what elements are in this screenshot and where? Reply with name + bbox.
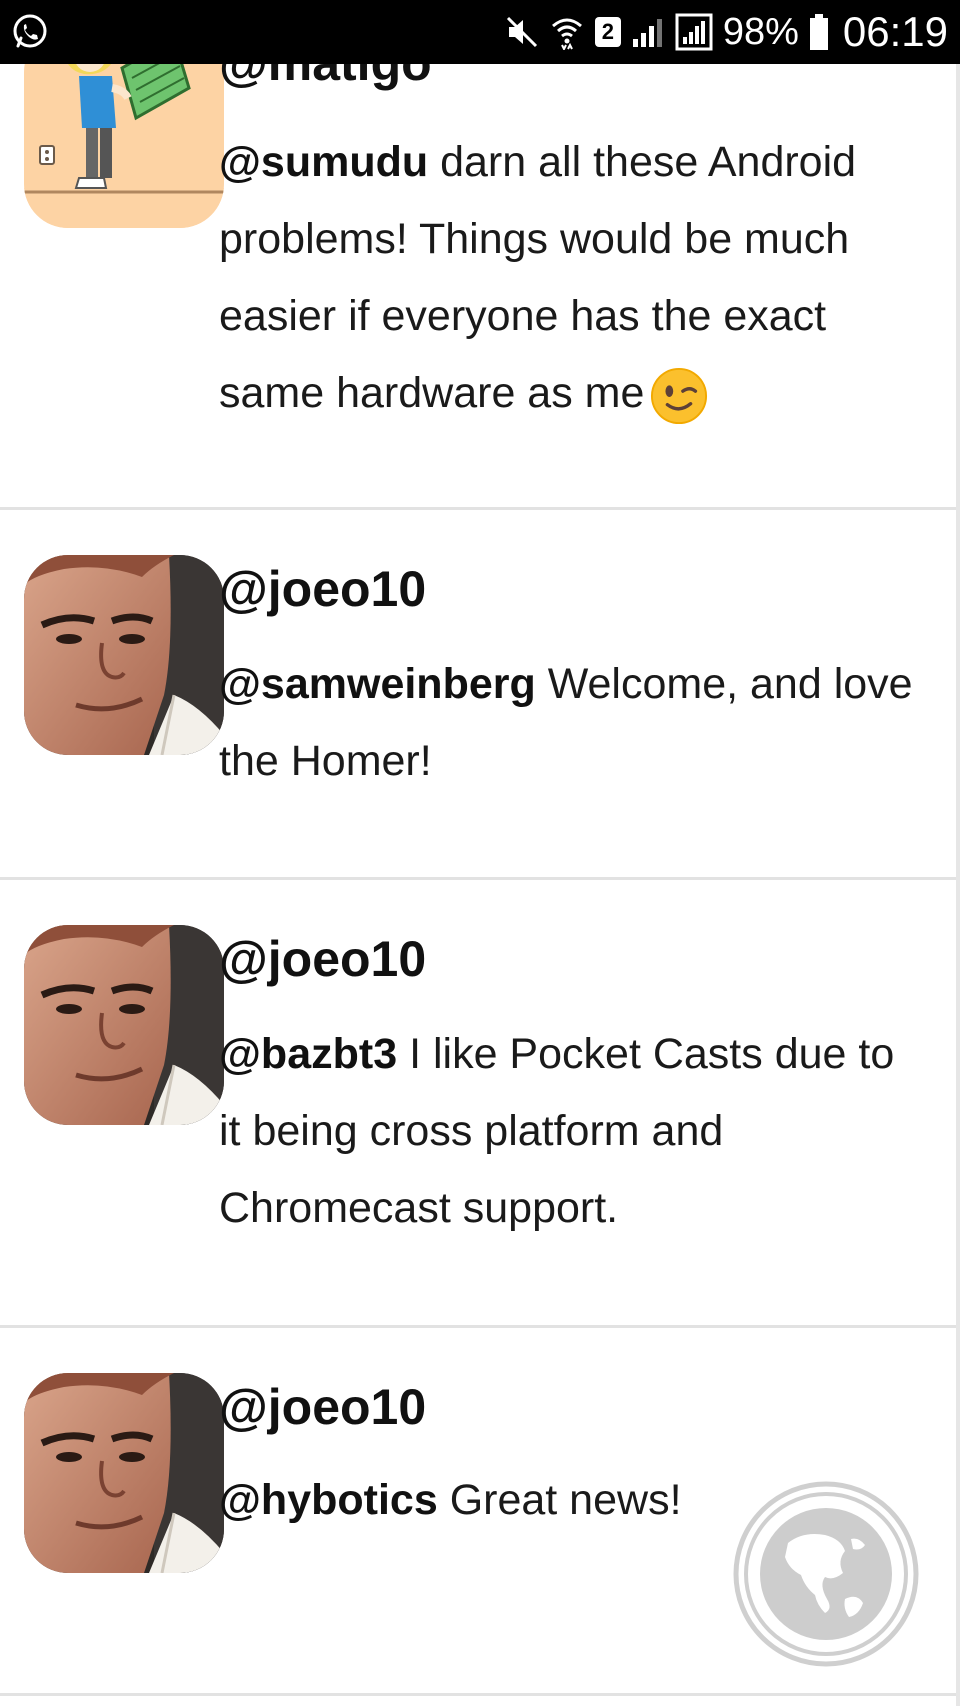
post-author-handle[interactable]: @joeo10 bbox=[219, 560, 426, 618]
scroll-edge bbox=[956, 64, 960, 1706]
post-author-handle[interactable]: @joeo10 bbox=[219, 1378, 426, 1436]
post-author-handle[interactable]: @joeo10 bbox=[219, 930, 426, 988]
post-text: @samweinberg Welcome, and love the Homer… bbox=[219, 646, 919, 800]
globe-fab-button[interactable] bbox=[733, 1481, 919, 1667]
post-mention[interactable]: @samweinberg bbox=[219, 660, 536, 708]
post-item[interactable]: @matigo @sumudu darn all these Android p… bbox=[0, 0, 956, 510]
photo-avatar-image bbox=[24, 555, 224, 755]
battery-icon bbox=[809, 14, 828, 50]
post-body-text: Great news! bbox=[437, 1476, 682, 1524]
mute-icon bbox=[506, 16, 537, 48]
status-icons: 2 98% 06:19 bbox=[505, 0, 948, 64]
photo-avatar-image bbox=[24, 1373, 224, 1573]
post-mention[interactable]: @hybotics bbox=[219, 1476, 438, 1524]
avatar[interactable] bbox=[24, 925, 224, 1125]
post-item[interactable]: @joeo10 @samweinberg Welcome, and love t… bbox=[0, 510, 956, 880]
timeline-feed[interactable]: @matigo @sumudu darn all these Android p… bbox=[0, 0, 956, 1706]
post-mention[interactable]: @bazbt3 bbox=[219, 1030, 397, 1078]
clock: 06:19 bbox=[842, 8, 948, 55]
post-text: @sumudu darn all these Android problems!… bbox=[219, 124, 919, 432]
whatsapp-icon bbox=[13, 14, 47, 48]
post-mention[interactable]: @sumudu bbox=[219, 138, 428, 186]
avatar[interactable] bbox=[24, 555, 224, 755]
post-text: @bazbt3 I like Pocket Casts due to it be… bbox=[219, 1016, 919, 1247]
app-screen: @matigo @sumudu darn all these Android p… bbox=[0, 0, 960, 1706]
sim-2-badge: 2 bbox=[594, 17, 621, 47]
signal-icon bbox=[632, 19, 662, 47]
post-item[interactable]: @joeo10 @bazbt3 I like Pocket Casts due … bbox=[0, 880, 956, 1328]
photo-avatar-image bbox=[24, 925, 224, 1125]
globe-icon bbox=[733, 1481, 919, 1667]
wifi-icon bbox=[551, 18, 582, 50]
battery-percent: 98% bbox=[722, 11, 799, 53]
signal-icon bbox=[675, 13, 713, 51]
avatar[interactable] bbox=[24, 1373, 224, 1573]
status-bar: 2 98% 06:19 bbox=[0, 0, 960, 64]
winking-face-emoji-icon bbox=[651, 367, 708, 424]
